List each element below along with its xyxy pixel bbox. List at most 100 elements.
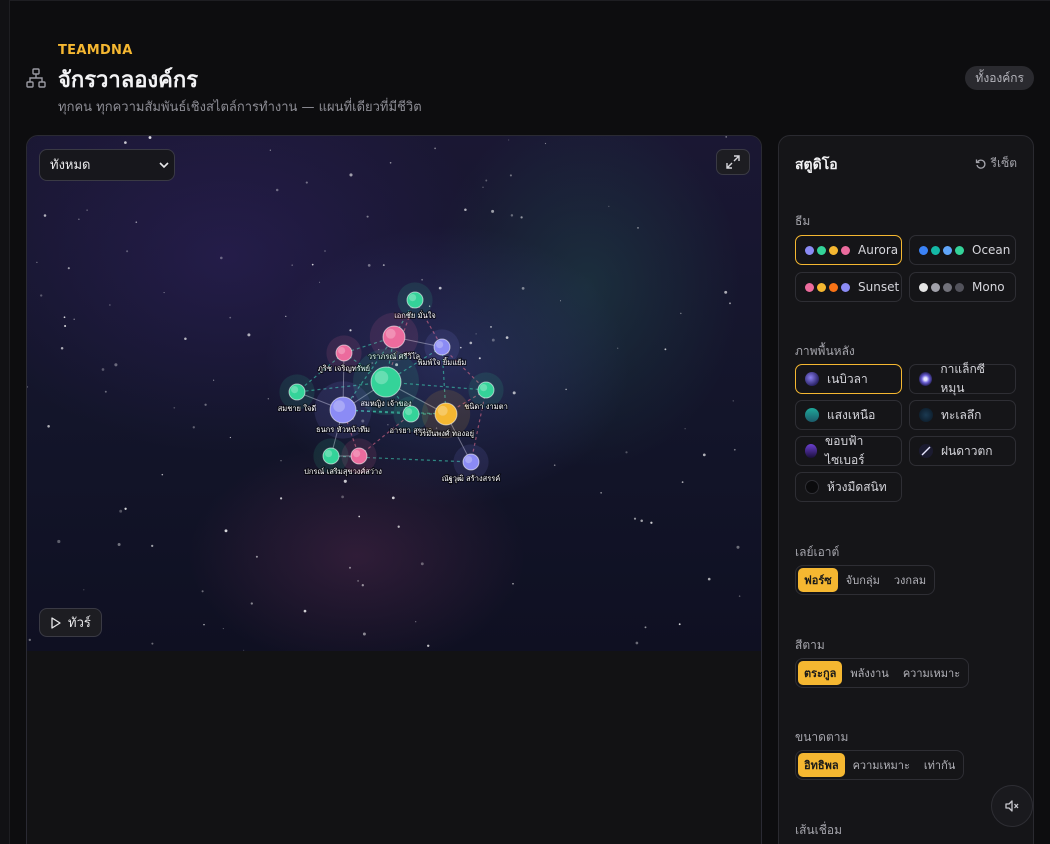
graph-node[interactable]: วรมันพงศ์ ทองอยู่: [417, 389, 475, 439]
star: [678, 623, 681, 626]
layout-option-cluster[interactable]: จับกลุ่ม: [840, 568, 886, 592]
filter-select[interactable]: ทั้งหมด: [39, 149, 175, 181]
star: [173, 406, 176, 409]
expand-button[interactable]: [716, 149, 750, 175]
palette-swatch: [919, 282, 964, 292]
star: [469, 341, 473, 345]
star: [119, 509, 123, 513]
cyber-horizon-icon: [805, 444, 818, 458]
layout-segmented: ฟอร์ซ จับกลุ่ม วงกลม: [795, 565, 936, 595]
star: [382, 264, 385, 267]
layout-label: เลย์เอาต์: [795, 545, 840, 559]
theme-option-label: Aurora: [858, 243, 899, 257]
color-by-family[interactable]: ตระกูล: [798, 661, 843, 685]
star: [40, 294, 43, 297]
star: [397, 525, 400, 528]
theme-option-sunset[interactable]: Sunset: [795, 272, 902, 302]
node-label: สมชาย ใจดี: [278, 404, 317, 413]
star: [135, 221, 138, 223]
nebula-icon: [805, 372, 819, 386]
star: [27, 385, 29, 388]
star: [86, 209, 88, 211]
expand-icon: [726, 155, 740, 169]
star: [736, 545, 740, 549]
star: [349, 566, 351, 569]
color-by-fit[interactable]: ความเหมาะ: [897, 661, 966, 685]
star: [303, 609, 307, 613]
star: [222, 628, 224, 630]
star: [109, 304, 111, 306]
bg-option-deep-sea[interactable]: ทะเลลึก: [909, 400, 1016, 430]
star: [349, 173, 353, 177]
star: [427, 644, 430, 647]
size-by-equal[interactable]: เท่ากัน: [918, 753, 961, 777]
network-graph-svg[interactable]: เอกชัย มั่นใจวราภรณ์ ศรีวิไลภูริช เจริญท…: [27, 136, 762, 651]
star: [644, 626, 647, 629]
star: [279, 497, 283, 500]
node-highlight: [436, 341, 444, 349]
node-highlight: [291, 386, 299, 394]
star: [114, 363, 118, 367]
star: [357, 579, 360, 582]
star: [478, 357, 481, 360]
star: [505, 336, 509, 339]
star: [349, 329, 352, 332]
left-rail: [0, 0, 10, 844]
bg-option-nebula[interactable]: เนบิวลา: [795, 364, 902, 394]
bg-option-aurora-borealis[interactable]: แสงเหนือ: [795, 400, 902, 430]
star: [421, 278, 423, 281]
star: [553, 464, 556, 466]
reset-label: รีเซ็ต: [990, 156, 1017, 170]
star: [161, 473, 164, 476]
color-by-energy[interactable]: พลังงาน: [844, 661, 894, 685]
star: [733, 448, 736, 451]
star: [148, 136, 152, 139]
star: [229, 316, 232, 319]
star: [324, 250, 326, 252]
mute-button[interactable]: [991, 785, 1033, 827]
star: [224, 529, 228, 533]
graph-node[interactable]: พิมพ์ใจ ยิ้มแย้ม: [417, 329, 467, 368]
theme-option-ocean[interactable]: Ocean: [909, 235, 1016, 265]
star: [280, 460, 282, 462]
star: [201, 590, 204, 593]
star: [391, 496, 395, 500]
node-highlight: [465, 456, 473, 464]
star: [124, 507, 127, 510]
star: [633, 517, 637, 520]
theme-option-mono[interactable]: Mono: [909, 272, 1016, 302]
star: [126, 250, 129, 253]
background-label: ภาพพื้นหลัง: [795, 344, 855, 358]
star: [43, 214, 47, 217]
size-by-fit[interactable]: ความเหมาะ: [847, 753, 916, 777]
tour-button[interactable]: ทัวร์: [39, 608, 102, 637]
bg-option-label: กาแล็กซีหมุน: [940, 362, 985, 395]
graph-node[interactable]: ธนกร หัวหน้าทีม: [314, 381, 372, 439]
network-graph[interactable]: เอกชัย มั่นใจ วราภรณ์ ศรีวิไล ภูริช เจริญท…: [27, 136, 762, 651]
reset-button[interactable]: รีเซ็ต: [975, 154, 1017, 173]
bg-option-spiral-galaxy[interactable]: กาแล็กซีหมุน: [909, 362, 1016, 395]
graph-node[interactable]: [341, 438, 377, 474]
bg-option-meteor-shower[interactable]: ฝนดาวตก: [909, 436, 1016, 466]
studio-title: สตูดิโอ: [795, 157, 838, 173]
star: [702, 453, 706, 457]
star: [512, 583, 514, 585]
node-label: ชนิดา งามตา: [464, 402, 508, 411]
node-label: ธนกร หัวหน้าทีม: [316, 425, 370, 434]
star: [475, 333, 477, 335]
scope-badge[interactable]: ทั้งองค์กร: [965, 66, 1034, 90]
star: [664, 348, 667, 351]
layout-option-force[interactable]: ฟอร์ซ: [798, 568, 838, 592]
palette-swatch: [805, 282, 850, 292]
layout-option-circle[interactable]: วงกลม: [888, 568, 932, 592]
bg-option-pitch-dark[interactable]: ห้วงมืดสนิท: [795, 472, 902, 502]
star: [491, 338, 495, 342]
bg-option-cyber-horizon[interactable]: ขอบฟ้าไซเบอร์: [795, 434, 902, 467]
node-highlight: [353, 450, 361, 458]
graph-node[interactable]: ณัฐวุฒิ สร้างสรรค์: [441, 444, 501, 484]
theme-option-aurora[interactable]: Aurora: [795, 235, 902, 265]
star: [637, 227, 639, 229]
size-by-influence[interactable]: อิทธิพล: [798, 753, 845, 777]
graph-node[interactable]: ชนิดา งามตา: [463, 372, 509, 412]
star: [544, 142, 547, 145]
